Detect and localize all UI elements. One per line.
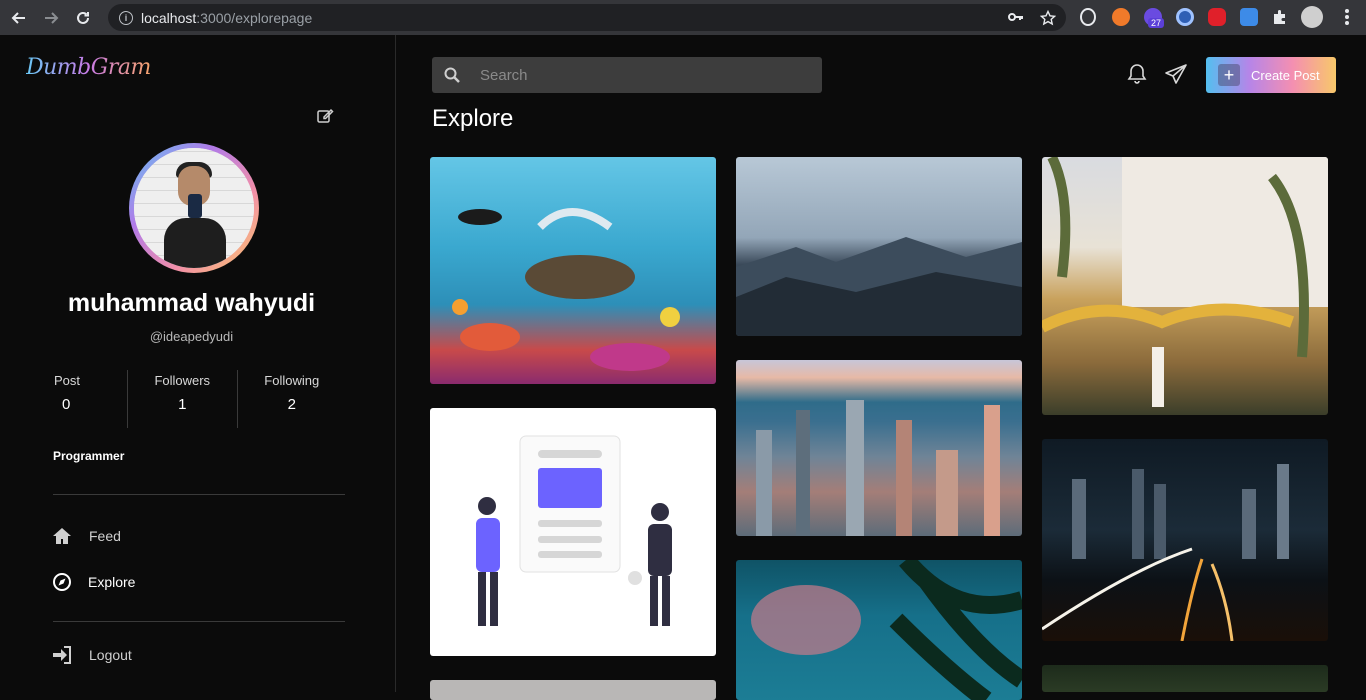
stat-label: Post	[54, 373, 81, 388]
night-city-image	[1042, 464, 1289, 641]
edit-profile-icon[interactable]	[316, 107, 334, 125]
back-button[interactable]	[6, 5, 32, 31]
kebab-menu-icon[interactable]	[1338, 8, 1356, 26]
shield-extension-icon[interactable]	[1208, 8, 1226, 26]
forward-button[interactable]	[38, 5, 64, 31]
puzzle-icon[interactable]	[1271, 8, 1289, 26]
screen-extension-icon[interactable]	[1240, 8, 1258, 26]
divider	[53, 494, 345, 495]
reload-button[interactable]	[70, 5, 96, 31]
search-icon	[444, 67, 460, 83]
ocean-scene-image	[452, 208, 680, 371]
menu-label: Explore	[88, 574, 136, 590]
search-input[interactable]	[480, 66, 800, 84]
profile-name: muhammad wahyudi	[67, 289, 316, 317]
lightbulb-extension-icon[interactable]	[1080, 8, 1096, 26]
compass-icon	[53, 573, 71, 591]
explore-post-image[interactable]	[736, 560, 1022, 700]
profile-stats: Post 0 Followers 1 Following 2	[54, 370, 346, 428]
info-icon[interactable]: i	[119, 10, 133, 25]
stat-value: 1	[178, 396, 187, 413]
blue-ring-extension-icon[interactable]	[1176, 8, 1194, 26]
profile-bio: Programmer	[53, 449, 125, 463]
extension-badge: 27	[1148, 18, 1165, 28]
explore-post-image[interactable]	[736, 360, 1022, 536]
page-title: Explore	[432, 105, 514, 132]
home-icon	[53, 528, 71, 544]
profile-avatar-icon[interactable]	[1301, 6, 1323, 28]
stat-label: Followers	[154, 373, 211, 388]
stat-posts: Post 0	[54, 370, 128, 428]
stat-value: 0	[62, 396, 71, 413]
create-post-label: Create Post	[1251, 67, 1320, 83]
explore-post-image[interactable]	[430, 408, 716, 656]
stat-following[interactable]: Following 2	[238, 370, 347, 428]
stat-value: 2	[287, 396, 296, 413]
profile-avatar-ring	[129, 143, 259, 273]
profile-handle: @ideapedyudi	[149, 329, 234, 344]
url-text: localhost:3000/explorepage	[141, 9, 313, 26]
plus-icon: +	[1218, 64, 1240, 86]
stat-label: Following	[264, 373, 320, 388]
arrow-right-icon	[45, 11, 59, 24]
explore-post-image[interactable]	[736, 157, 1022, 336]
sidebar: DumbGram muhammad wahyudi @ideapedyudi P…	[0, 35, 396, 692]
send-icon[interactable]	[1164, 63, 1188, 85]
search-bar[interactable]	[432, 57, 822, 93]
profile-avatar	[134, 148, 254, 268]
mountain-image	[736, 237, 1022, 336]
illustration-image	[476, 435, 672, 626]
cafe-street-image	[1042, 157, 1328, 407]
app-root: DumbGram muhammad wahyudi @ideapedyudi P…	[0, 35, 1366, 700]
address-bar[interactable]: i localhost:3000/explorepage	[108, 4, 1066, 31]
menu-label: Logout	[89, 647, 132, 663]
menu-item-explore[interactable]: Explore	[52, 572, 135, 592]
divider	[53, 621, 345, 622]
bookmark-star-icon[interactable]	[1040, 10, 1056, 26]
arrow-left-icon	[11, 11, 25, 24]
bell-icon[interactable]	[1127, 63, 1147, 85]
key-icon[interactable]	[1008, 10, 1024, 24]
app-logo[interactable]: DumbGram	[26, 55, 151, 80]
menu-item-logout[interactable]: Logout	[52, 645, 132, 665]
stat-followers[interactable]: Followers 1	[128, 370, 238, 428]
explore-post-image[interactable]	[430, 157, 716, 384]
explore-post-image[interactable]	[430, 680, 716, 700]
logout-icon	[53, 646, 71, 664]
explore-post-image[interactable]	[1042, 157, 1328, 415]
main-content: + Create Post Explore	[396, 35, 1366, 700]
explore-post-image[interactable]	[1042, 665, 1328, 692]
menu-label: Feed	[89, 528, 121, 544]
reload-icon	[77, 11, 89, 24]
city-skyline-image	[756, 400, 1000, 536]
menu-item-feed[interactable]: Feed	[52, 526, 121, 546]
palm-sky-image	[751, 560, 1022, 700]
orange-extension-icon[interactable]	[1112, 8, 1130, 26]
explore-post-image[interactable]	[1042, 439, 1328, 641]
create-post-button[interactable]: + Create Post	[1206, 57, 1336, 93]
browser-toolbar: i localhost:3000/explorepage 27	[0, 0, 1366, 35]
